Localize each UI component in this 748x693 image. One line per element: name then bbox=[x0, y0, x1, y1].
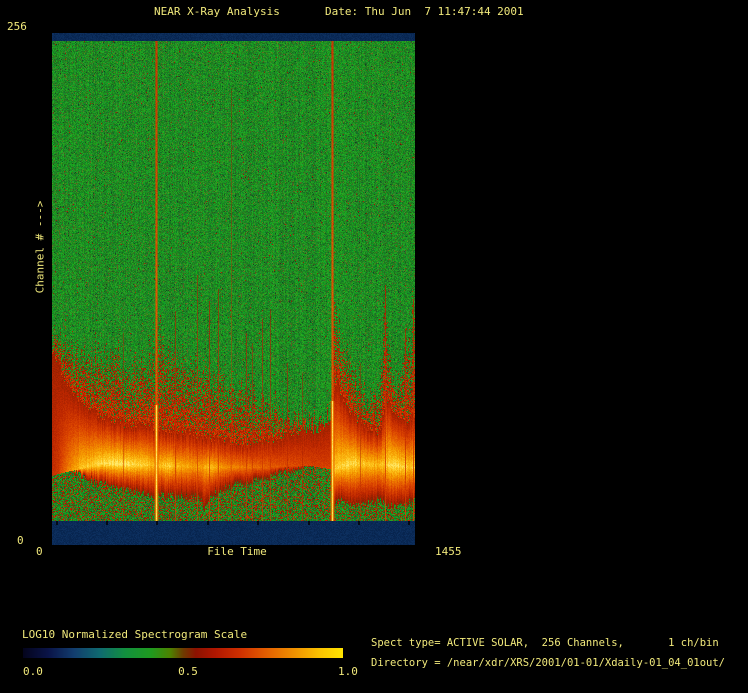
page-title: NEAR X-Ray Analysis bbox=[154, 6, 280, 17]
header-date: Date: Thu Jun 7 11:47:44 2001 bbox=[325, 6, 524, 17]
y-axis-max-label: 256 bbox=[7, 21, 27, 32]
y-axis-title: Channel # ---> bbox=[35, 201, 46, 294]
directory-line: Directory = /near/xdr/XRS/2001/01-01/Xda… bbox=[371, 658, 725, 669]
x-axis-max-label: 1455 bbox=[435, 546, 462, 557]
x-axis-min-label: 0 bbox=[36, 546, 43, 557]
spect-type-line: Spect type= ACTIVE SOLAR, 256 Channels, … bbox=[371, 638, 719, 649]
spectrogram-canvas bbox=[52, 33, 415, 545]
x-axis-title: File Time bbox=[207, 546, 267, 557]
near-xray-analysis-window: NEAR X-Ray Analysis Date: Thu Jun 7 11:4… bbox=[0, 0, 748, 693]
y-axis-min-label: 0 bbox=[17, 535, 24, 546]
colorbar-title: LOG10 Normalized Spectrogram Scale bbox=[22, 629, 247, 640]
colorbar-tick-mid: 0.5 bbox=[178, 666, 198, 677]
colorbar-tick-min: 0.0 bbox=[23, 666, 43, 677]
colorbar-gradient bbox=[23, 648, 343, 658]
colorbar-tick-max: 1.0 bbox=[338, 666, 358, 677]
